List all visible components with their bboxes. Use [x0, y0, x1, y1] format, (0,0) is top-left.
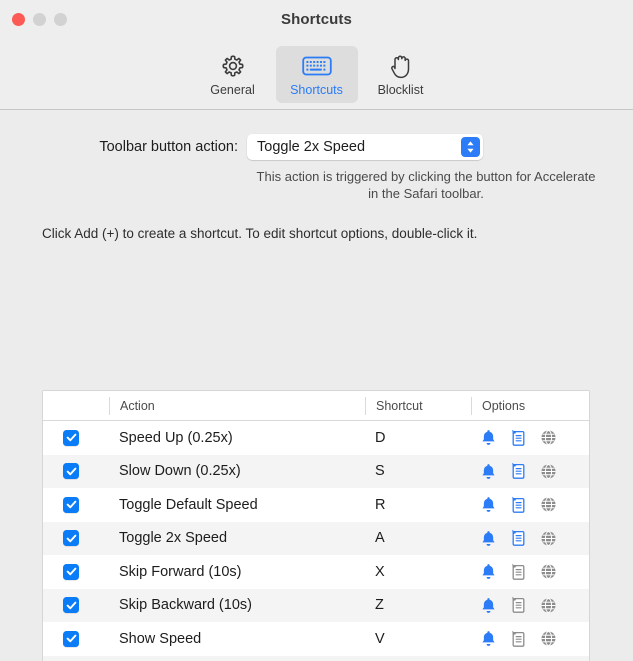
- bell-icon[interactable]: [479, 462, 498, 481]
- row-enabled-cell: [43, 630, 109, 647]
- globe-icon[interactable]: [539, 629, 558, 648]
- note-icon[interactable]: [509, 428, 528, 447]
- row-shortcut-key: A: [375, 530, 385, 547]
- bell-icon[interactable]: [479, 629, 498, 648]
- row-options-cell: [471, 462, 589, 481]
- row-action-label: Skip Backward (10s): [119, 597, 252, 614]
- tab-shortcuts-label: Shortcuts: [290, 83, 343, 97]
- table-row[interactable]: Enter Picture in PictureP: [43, 655, 589, 661]
- row-action-label: Show Speed: [119, 630, 202, 647]
- bell-icon[interactable]: [479, 495, 498, 514]
- globe-icon[interactable]: [539, 495, 558, 514]
- bell-icon[interactable]: [479, 596, 498, 615]
- globe-icon[interactable]: [539, 529, 558, 548]
- enabled-checkbox[interactable]: [63, 530, 79, 547]
- enabled-checkbox[interactable]: [63, 463, 79, 480]
- row-action-label: Toggle Default Speed: [119, 496, 258, 513]
- table-row[interactable]: Skip Backward (10s) Z: [43, 588, 589, 622]
- table-row[interactable]: Slow Down (0.25x) S: [43, 454, 589, 488]
- row-options-cell: [471, 428, 589, 447]
- note-icon[interactable]: [509, 562, 528, 581]
- globe-icon[interactable]: [539, 462, 558, 481]
- table-row[interactable]: Speed Up (0.25x) D: [43, 421, 589, 455]
- row-action-label: Skip Forward (10s): [119, 563, 242, 580]
- row-enabled-cell: [43, 597, 109, 614]
- toolbar-action-row: Toolbar button action: Toggle 2x Speed: [0, 110, 633, 160]
- toolbar-action-popup-button[interactable]: Toggle 2x Speed: [247, 134, 483, 160]
- enabled-checkbox[interactable]: [63, 630, 79, 647]
- column-header-enabled[interactable]: [43, 397, 109, 415]
- column-header-options[interactable]: Options: [471, 396, 589, 415]
- row-options-cell: [471, 495, 589, 514]
- row-action-label: Slow Down (0.25x): [119, 463, 241, 480]
- table-row[interactable]: Toggle 2x Speed A: [43, 521, 589, 555]
- tab-blocklist-label: Blocklist: [377, 83, 424, 97]
- row-enabled-cell: [43, 429, 109, 446]
- note-icon[interactable]: [509, 596, 528, 615]
- note-icon[interactable]: [509, 495, 528, 514]
- row-shortcut-key: Z: [375, 597, 384, 614]
- row-shortcut-key: V: [375, 630, 385, 647]
- enabled-checkbox[interactable]: [63, 496, 79, 513]
- row-options-cell: [471, 629, 589, 648]
- column-header-shortcut[interactable]: Shortcut: [365, 396, 471, 415]
- row-enabled-cell: [43, 496, 109, 513]
- row-enabled-cell: [43, 563, 109, 580]
- note-icon[interactable]: [509, 629, 528, 648]
- preferences-content: Toolbar button action: Toggle 2x Speed T…: [0, 110, 633, 661]
- row-action-label: Speed Up (0.25x): [119, 429, 233, 446]
- table-row[interactable]: Toggle Default Speed R: [43, 488, 589, 522]
- tab-general[interactable]: General: [192, 46, 274, 103]
- tab-general-label: General: [210, 83, 255, 97]
- column-header-action[interactable]: Action: [109, 396, 365, 415]
- row-enabled-cell: [43, 530, 109, 547]
- tab-shortcuts[interactable]: Shortcuts: [275, 46, 358, 103]
- chevron-up-down-icon: [461, 137, 480, 157]
- row-options-cell: [471, 596, 589, 615]
- shortcuts-preferences-window: Shortcuts General Shortcuts Blocklist To…: [0, 0, 633, 661]
- enabled-checkbox[interactable]: [63, 597, 79, 614]
- note-icon[interactable]: [509, 529, 528, 548]
- row-enabled-cell: [43, 463, 109, 480]
- shortcuts-table: Action Shortcut Options Speed Up (0.25x)…: [42, 390, 590, 661]
- globe-icon[interactable]: [539, 562, 558, 581]
- titlebar: Shortcuts: [0, 0, 633, 44]
- row-shortcut-key: D: [375, 429, 386, 446]
- enabled-checkbox[interactable]: [63, 429, 79, 446]
- table-row[interactable]: Skip Forward (10s) X: [43, 555, 589, 589]
- row-shortcut-key: S: [375, 463, 385, 480]
- keyboard-icon: [301, 51, 332, 81]
- tab-blocklist[interactable]: Blocklist: [360, 46, 442, 103]
- globe-icon[interactable]: [539, 428, 558, 447]
- row-action-label: Toggle 2x Speed: [119, 530, 228, 547]
- toolbar-action-description: This action is triggered by clicking the…: [256, 169, 596, 201]
- row-options-cell: [471, 529, 589, 548]
- globe-icon[interactable]: [539, 596, 558, 615]
- row-options-cell: [471, 562, 589, 581]
- bell-icon[interactable]: [479, 562, 498, 581]
- shortcut-hint-text: Click Add (+) to create a shortcut. To e…: [42, 226, 478, 241]
- note-icon[interactable]: [509, 462, 528, 481]
- bell-icon[interactable]: [479, 529, 498, 548]
- table-header-row: Action Shortcut Options: [43, 391, 589, 421]
- row-shortcut-key: R: [375, 496, 386, 513]
- preferences-toolbar: General Shortcuts Blocklist: [0, 44, 633, 110]
- table-row[interactable]: Show Speed V: [43, 622, 589, 656]
- gear-icon: [220, 51, 246, 81]
- toolbar-action-popup-value: Toggle 2x Speed: [257, 139, 366, 155]
- enabled-checkbox[interactable]: [63, 563, 79, 580]
- hand-icon: [388, 51, 414, 81]
- row-shortcut-key: X: [375, 563, 385, 580]
- bell-icon[interactable]: [479, 428, 498, 447]
- table-body: Speed Up (0.25x) D Slow Down (0.25x) S Toggl…: [43, 421, 589, 661]
- toolbar-action-label: Toolbar button action:: [99, 139, 238, 155]
- window-title: Shortcuts: [281, 11, 352, 28]
